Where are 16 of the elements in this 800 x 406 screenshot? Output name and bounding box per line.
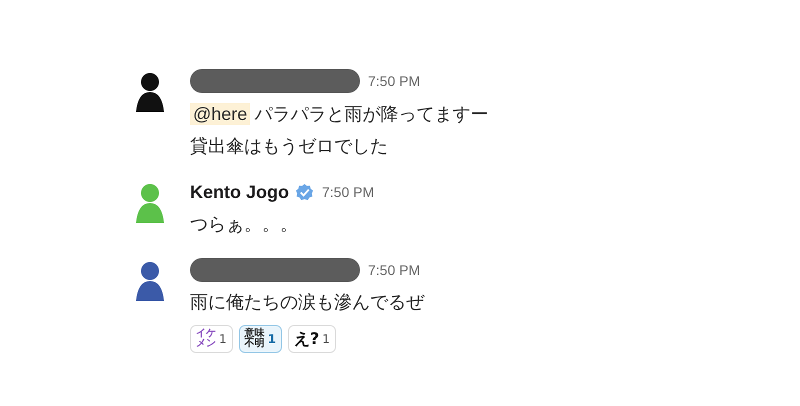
message-text: つらぁ。。。 <box>190 214 298 235</box>
sender-name[interactable]: Kento Jogo <box>190 182 289 202</box>
emoji-text: え? <box>294 331 320 347</box>
message-text: 貸出傘はもうゼロでした <box>190 136 388 157</box>
reaction-count: 1 <box>322 332 330 346</box>
emoji-text: イケ メン <box>196 329 216 349</box>
message-text: パラパラと雨が降ってますー <box>254 104 488 125</box>
mention-tag[interactable]: @here <box>190 103 250 125</box>
reaction-button[interactable]: え? 1 <box>288 325 336 353</box>
timestamp[interactable]: 7:50 PM <box>322 184 374 200</box>
reaction-count: 1 <box>219 332 227 346</box>
emoji-text: 意味 不明 <box>244 329 265 349</box>
timestamp[interactable]: 7:50 PM <box>368 73 420 89</box>
timestamp[interactable]: 7:50 PM <box>368 262 420 278</box>
message-text: 雨に俺たちの涙も滲んでるぜ <box>190 292 424 313</box>
reaction-count: 1 <box>268 332 276 346</box>
